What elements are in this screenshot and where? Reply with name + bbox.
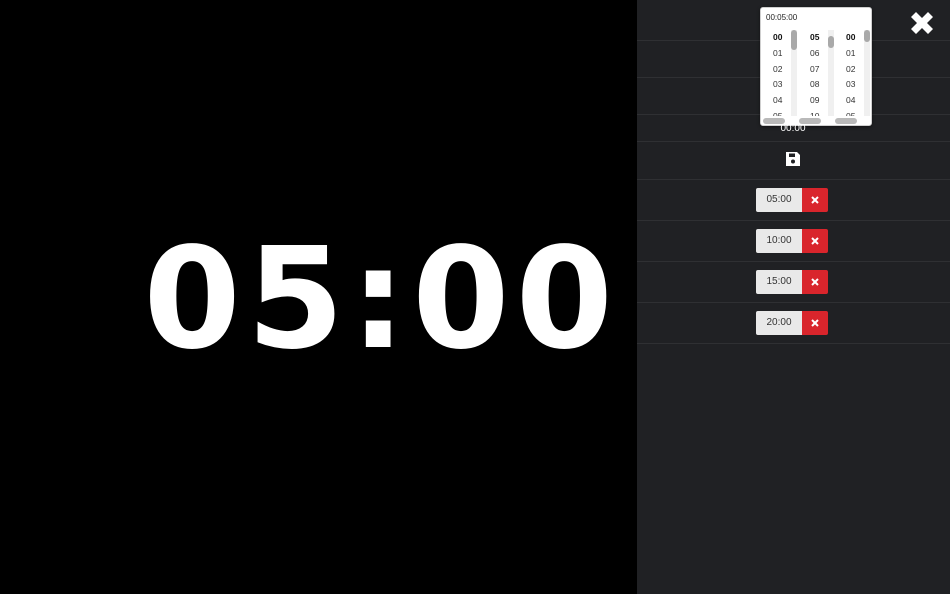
scroll-thumb[interactable] [828,36,834,48]
preset-delete-button[interactable] [802,270,828,294]
close-icon [911,12,933,34]
scroll-thumb[interactable] [791,30,797,50]
preset-item: 20:00 [756,311,828,335]
x-icon [811,196,819,204]
preset-item: 15:00 [756,270,828,294]
timer-area: 05:00 [0,0,637,594]
seconds-h-scrollbar[interactable] [835,118,857,124]
preset-delete-button[interactable] [802,311,828,335]
save-button[interactable] [784,150,802,168]
time-input-value[interactable]: 00:00 [760,123,826,134]
minutes-scrollbar[interactable] [828,30,834,116]
preset-select-button[interactable]: 20:00 [756,311,802,335]
time-picker-dropdown[interactable]: 00:05:00 00 01 02 03 04 05 05 06 07 08 0… [760,7,872,126]
divider [637,179,950,180]
preset-select-button[interactable]: 10:00 [756,229,802,253]
hours-scrollbar[interactable] [791,30,797,116]
divider [637,220,950,221]
preset-delete-button[interactable] [802,188,828,212]
divider [637,343,950,344]
x-icon [811,319,819,327]
x-icon [811,278,819,286]
preset-item: 10:00 [756,229,828,253]
preset-select-button[interactable]: 05:00 [756,188,802,212]
close-button[interactable] [904,5,940,41]
floppy-disk-icon [786,152,800,166]
preset-select-button[interactable]: 15:00 [756,270,802,294]
divider [637,261,950,262]
x-icon [811,237,819,245]
divider [637,141,950,142]
preset-delete-button[interactable] [802,229,828,253]
divider [637,302,950,303]
preset-item: 05:00 [756,188,828,212]
seconds-scrollbar[interactable] [864,30,870,116]
timer-display: 05:00 [143,218,619,381]
picker-current-value: 00:05:00 [766,13,798,22]
scroll-thumb[interactable] [864,30,870,42]
